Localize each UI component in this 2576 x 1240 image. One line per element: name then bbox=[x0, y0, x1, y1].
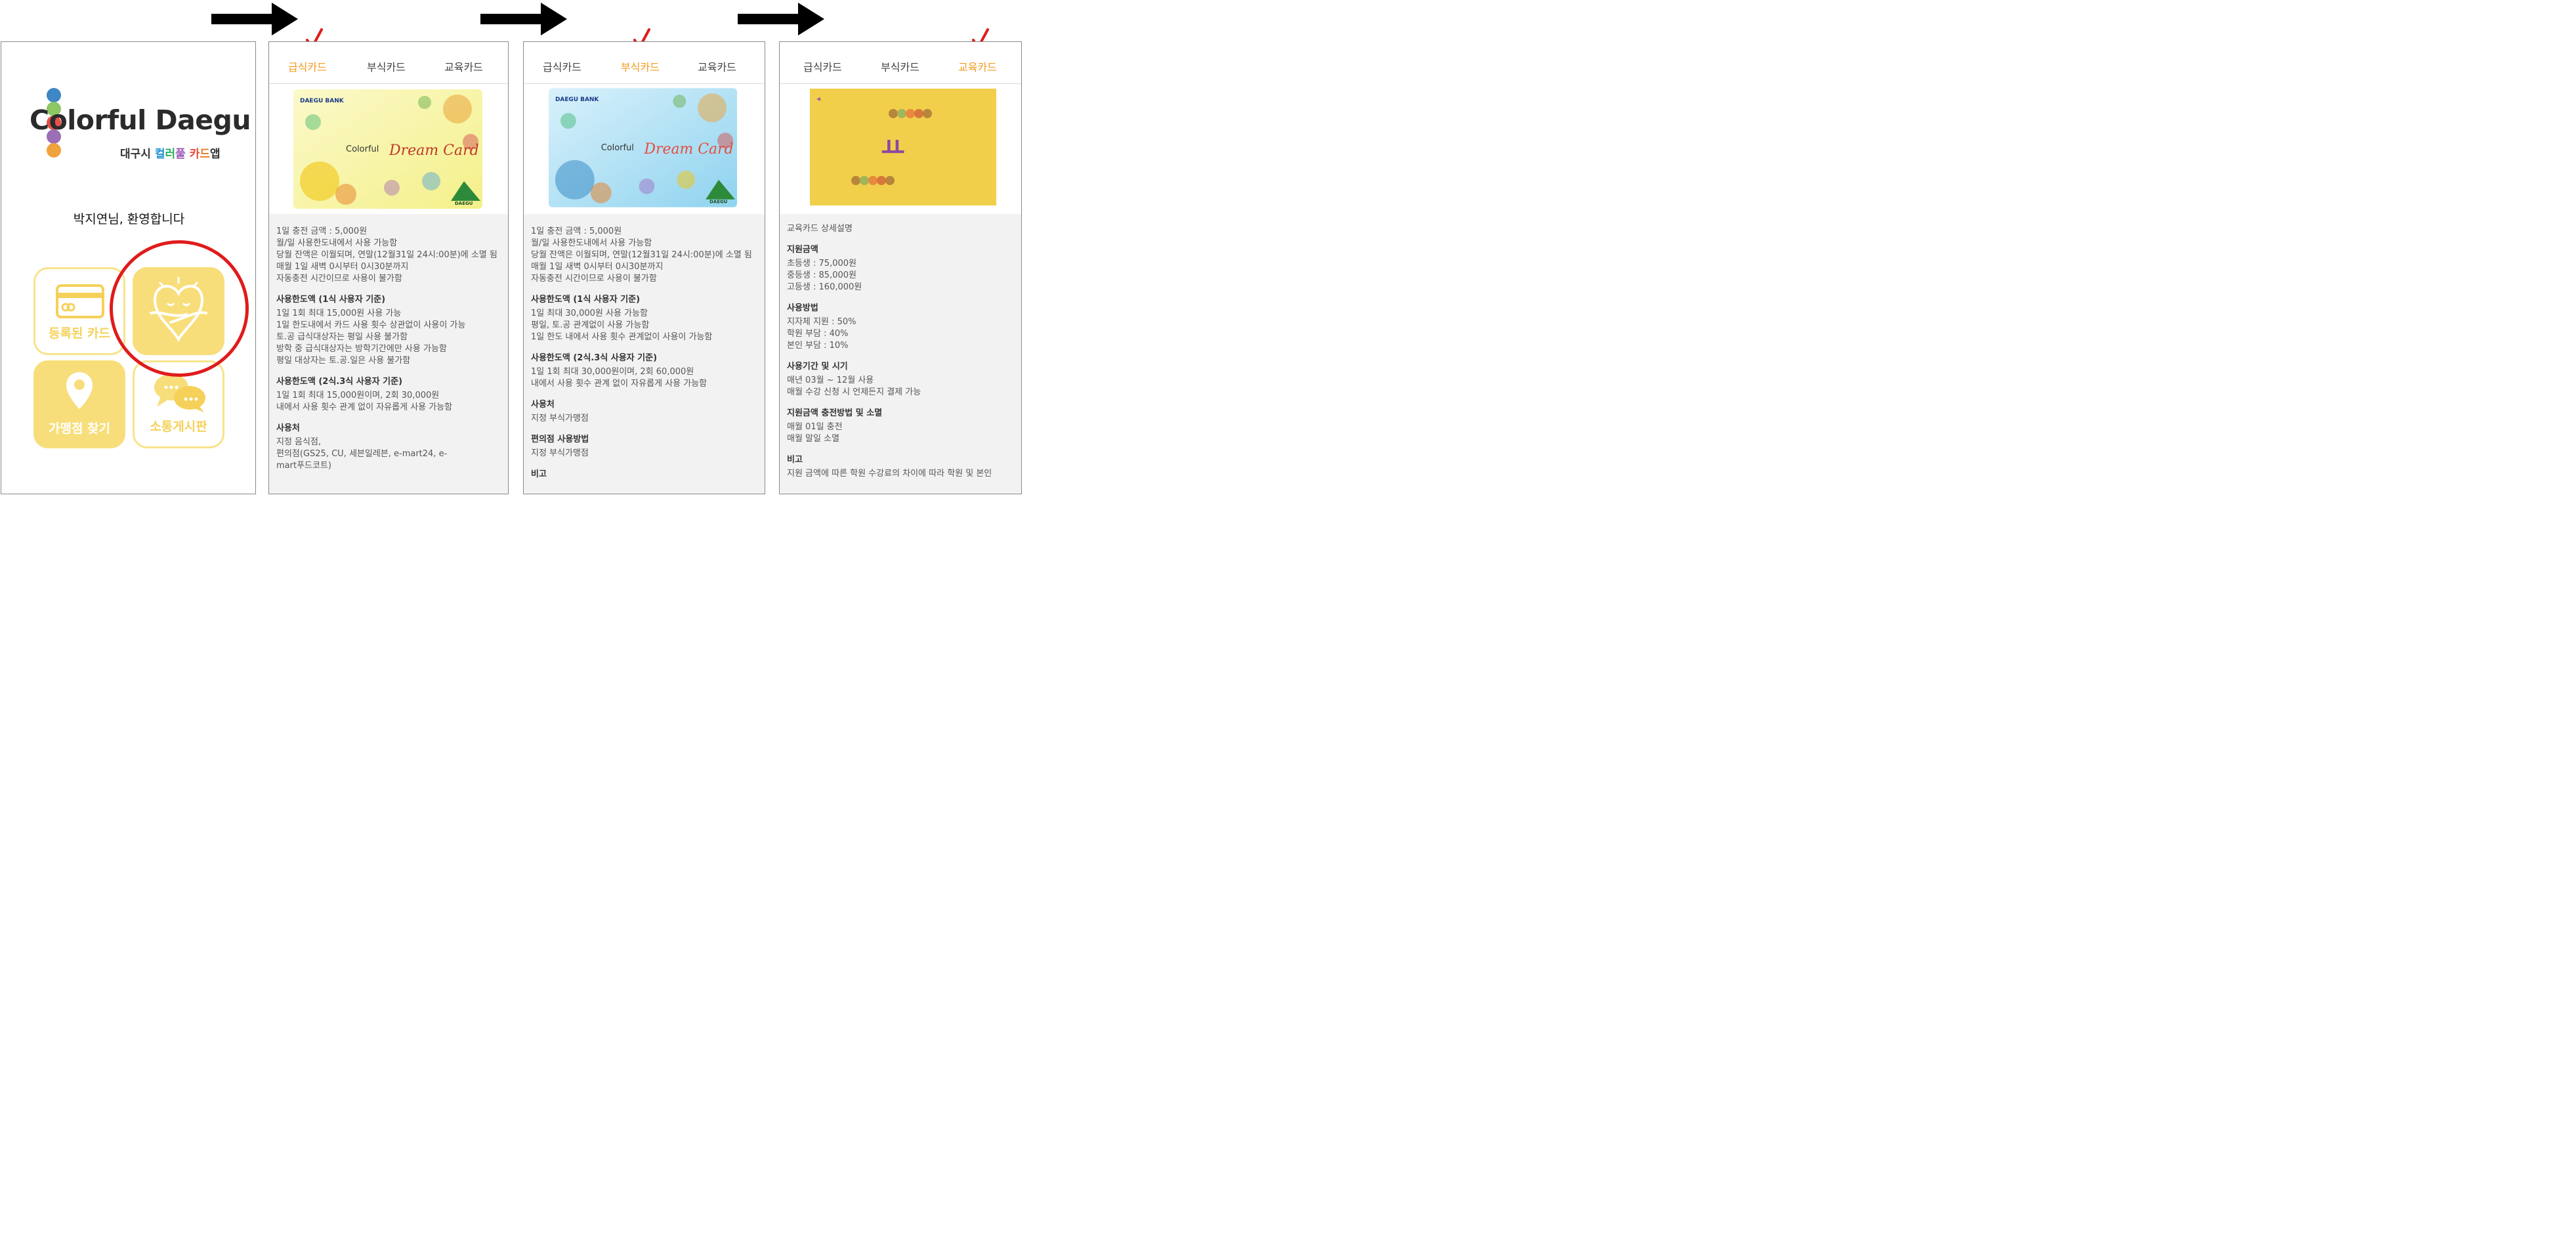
card-image-area: DAEGU BANK Colorful Dream Card DAEGU bbox=[269, 84, 508, 214]
description-section: 교육카드 상세설명 bbox=[787, 224, 853, 234]
chat-bubbles-icon bbox=[154, 374, 205, 412]
card-description: 교육카드 상세설명 지원금액 초등생 : 75,000원 중등생 : 85,000… bbox=[780, 214, 1021, 494]
card-brand-label: Colorful bbox=[601, 143, 634, 153]
tab-meal-card[interactable]: 급식카드 bbox=[288, 58, 327, 74]
card-tab-bar: 급식카드 부식카드 교육카드 bbox=[780, 42, 1021, 84]
description-section: 비고 bbox=[531, 469, 547, 479]
dream-card-image: DAEGU BANK Colorful Dream Card DAEGU bbox=[293, 89, 482, 209]
description-section: 사용한도액 (2식.3식 사용자 기준) 1일 1회 최대 15,000원이며, … bbox=[276, 377, 453, 412]
tab-edu-card[interactable]: 교육카드 bbox=[444, 58, 483, 74]
edu-card-glyph: ㅛ bbox=[881, 133, 905, 163]
app-subtitle: 대구시 컬러풀 카드앱 bbox=[120, 148, 221, 161]
map-pin-icon bbox=[66, 372, 93, 409]
welcome-message: 박지연님, 환영합니다 bbox=[73, 212, 185, 226]
tab-meal-card[interactable]: 급식카드 bbox=[803, 58, 842, 74]
flow-arrow-icon bbox=[480, 3, 567, 35]
card-image-area: DAEGU BANK Colorful Dream Card DAEGU bbox=[524, 84, 765, 214]
edu-card-yellow-graphic: ㅛ bbox=[810, 89, 996, 205]
tab-side-card[interactable]: 부식카드 bbox=[367, 58, 406, 74]
description-section: 지원금액 충전방법 및 소멸 매월 01일 충전 매월 말일 소멸 bbox=[787, 408, 883, 444]
community-board-label: 소통게시판 bbox=[150, 419, 207, 434]
card-title-label: Dream Card bbox=[643, 141, 733, 158]
card-description: 1일 충전 금액 : 5,000원 월/일 사용한도내에서 사용 가능함 당월 … bbox=[524, 214, 765, 494]
dream-card-yellow-graphic: DAEGU BANK Colorful Dream Card DAEGU bbox=[293, 89, 482, 209]
description-section: 사용처 지정 음식점, 편의점(GS25, CU, 세븐일레븐, e-mart24… bbox=[276, 423, 448, 471]
tab-meal-card[interactable]: 급식카드 bbox=[543, 58, 581, 74]
registered-card-label: 등록된 카드 bbox=[48, 326, 110, 341]
credit-card-icon bbox=[56, 284, 104, 318]
card-brand-label: Colorful bbox=[346, 144, 379, 154]
store-finder-label: 가맹점 찾기 bbox=[48, 421, 110, 436]
description-section: 지원금액 초등생 : 75,000원 중등생 : 85,000원 고등생 : 16… bbox=[787, 245, 862, 292]
home-screen: Colorful Daegu 대구시 컬러풀 카드앱 박지연님, 환영합니다 등… bbox=[1, 41, 256, 494]
description-section: 사용기간 및 시기 매년 03월 ~ 12월 사용 매월 수강 신청 시 언제든지… bbox=[787, 362, 921, 397]
tab-edu-card[interactable]: 교육카드 bbox=[958, 58, 997, 74]
card-bank-label: DAEGU BANK bbox=[300, 98, 345, 104]
description-section: 사용한도액 (1식 사용자 기준) 1일 1회 최대 15,000원 사용 가능 … bbox=[276, 295, 466, 366]
card-corner-label: DAEGU bbox=[709, 200, 728, 205]
description-section: 사용한도액 (1식 사용자 기준) 1일 최대 30,000원 사용 가능함 평일… bbox=[531, 295, 713, 342]
dream-card-blue-graphic: DAEGU BANK Colorful Dream Card DAEGU bbox=[549, 88, 737, 207]
card-description: 1일 충전 금액 : 5,000원 월/일 사용한도내에서 사용 가능함 당월 … bbox=[269, 214, 508, 494]
flow-arrow-icon bbox=[211, 3, 298, 35]
card-image-area: ㅛ bbox=[780, 84, 1021, 214]
card-tab-bar: 급식카드 부식카드 교육카드 bbox=[524, 42, 765, 84]
tab-side-card[interactable]: 부식카드 bbox=[881, 58, 919, 74]
flow-arrow-icon bbox=[738, 3, 824, 35]
edu-card-screen: 급식카드 부식카드 교육카드 ㅛ 교육카드 상세설명 지원금액 초등생 : 75,… bbox=[779, 41, 1022, 494]
highlight-circle bbox=[110, 240, 249, 377]
description-section: 사용방법 지자체 지원 : 50% 학원 부담 : 40% 본인 부담 : 10% bbox=[787, 303, 856, 351]
description-section: 편의점 사용방법 지정 부식가맹점 bbox=[531, 435, 589, 458]
description-section: 사용한도액 (2식.3식 사용자 기준) 1일 1회 최대 30,000원이며, … bbox=[531, 353, 707, 389]
tab-side-card[interactable]: 부식카드 bbox=[621, 58, 660, 74]
app-logo: Colorful Daegu bbox=[30, 104, 251, 136]
description-section: 사용처 지정 부식가맹점 bbox=[531, 400, 589, 423]
description-section: 비고 지원 금액에 따른 학원 수강료의 차이에 따라 학원 및 본인 bbox=[787, 455, 992, 479]
edu-card-image: ㅛ bbox=[810, 89, 996, 205]
tab-edu-card[interactable]: 교육카드 bbox=[698, 58, 736, 74]
description-section: 1일 충전 금액 : 5,000원 월/일 사용한도내에서 사용 가능함 당월 … bbox=[531, 226, 752, 284]
dream-card-image: DAEGU BANK Colorful Dream Card DAEGU bbox=[549, 88, 737, 207]
store-finder-button[interactable]: 가맹점 찾기 bbox=[33, 360, 125, 448]
description-section: 1일 충전 금액 : 5,000원 월/일 사용한도내에서 사용 가능함 당월 … bbox=[276, 226, 497, 284]
card-bank-label: DAEGU BANK bbox=[555, 96, 599, 103]
side-card-screen: 급식카드 부식카드 교육카드 DAEGU BANK Colorful Dream… bbox=[523, 41, 765, 494]
card-tab-bar: 급식카드 부식카드 교육카드 bbox=[269, 42, 508, 84]
card-corner-label: DAEGU bbox=[455, 201, 473, 206]
meal-card-screen: 급식카드 부식카드 교육카드 DAEGU BANK Colorful Dream… bbox=[268, 41, 509, 494]
card-title-label: Dream Card bbox=[389, 142, 479, 159]
